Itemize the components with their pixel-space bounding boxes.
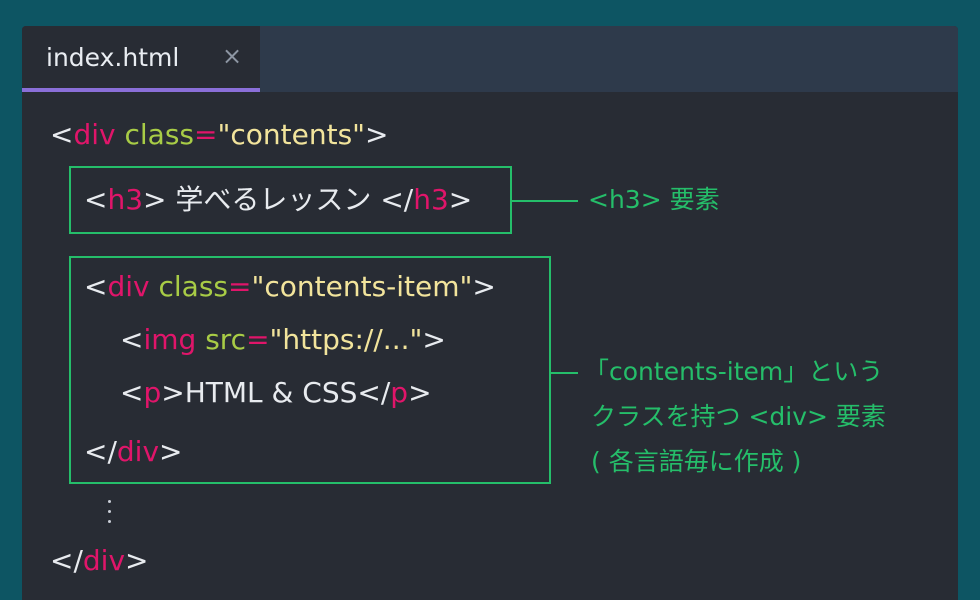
code-token: p <box>390 376 409 409</box>
code-token: > <box>472 270 496 303</box>
code-token: p <box>143 376 162 409</box>
code-token: class <box>115 118 195 151</box>
code-token: src <box>196 323 247 356</box>
code-token: = <box>228 270 252 303</box>
code-token: > <box>159 435 183 468</box>
code-token: < <box>84 183 108 216</box>
tab-index-html[interactable]: index.html × <box>22 26 260 92</box>
code-editor: index.html × <div class="contents"> <h3>… <box>22 26 958 600</box>
code-token: h3 <box>107 183 144 216</box>
code-token: > <box>143 183 167 216</box>
code-line-div-close: </div> <box>84 435 183 469</box>
code-token: "contents" <box>217 118 366 151</box>
code-token: > <box>125 544 149 577</box>
close-icon[interactable]: × <box>222 42 242 70</box>
code-token: > <box>422 323 446 356</box>
code-token: < <box>84 270 108 303</box>
code-token: div <box>116 435 160 468</box>
code-line-img: <img src="https://..."> <box>120 323 446 357</box>
code-token: > <box>408 376 432 409</box>
code-line-div-contents-item: <div class="contents-item"> <box>84 270 496 304</box>
code-token: </ <box>357 376 391 409</box>
code-token: img <box>143 323 197 356</box>
contents-item-annotation-line3: ( 各言語毎に作成 ) <box>591 447 802 476</box>
code-line-div-contents-close: </div> <box>50 544 149 578</box>
code-token: class <box>149 270 229 303</box>
code-token: HTML & CSS <box>184 376 358 409</box>
code-token: = <box>194 118 218 151</box>
code-token: 学べるレッスン <box>166 183 381 216</box>
code-token: </ <box>50 544 83 577</box>
code-token: div <box>73 118 116 151</box>
code-token: "contents-item" <box>251 270 473 303</box>
code-token: > <box>448 183 473 216</box>
code-line-h3: <h3> 学べるレッスン </h3> <box>84 183 472 217</box>
code-token: > <box>161 376 185 409</box>
h3-connector-line <box>512 200 578 202</box>
code-token: div <box>82 544 126 577</box>
contents-item-annotation-line1: 「contents-item」という <box>584 357 884 386</box>
code-token: h3 <box>413 183 449 216</box>
code-token: < <box>50 118 74 151</box>
code-token: "https://..." <box>269 323 423 356</box>
contents-item-annotation-line2: クラスを持つ <div> 要素 <box>591 402 886 431</box>
code-line-div-contents: <div class="contents"> <box>50 118 389 152</box>
code-token: < <box>120 376 144 409</box>
tab-title: index.html <box>46 43 180 72</box>
code-token: < <box>120 323 144 356</box>
contents-item-connector-line <box>551 372 578 374</box>
tab-bar: index.html × <box>22 26 958 92</box>
code-token: </ <box>380 183 414 216</box>
code-token: > <box>365 118 389 151</box>
code-token: = <box>246 323 270 356</box>
code-token: div <box>107 270 150 303</box>
vertical-ellipsis-icon <box>106 500 114 530</box>
code-line-p: <p>HTML & CSS</p> <box>120 376 432 410</box>
code-token: </ <box>84 435 117 468</box>
h3-annotation: <h3> 要素 <box>588 185 720 214</box>
